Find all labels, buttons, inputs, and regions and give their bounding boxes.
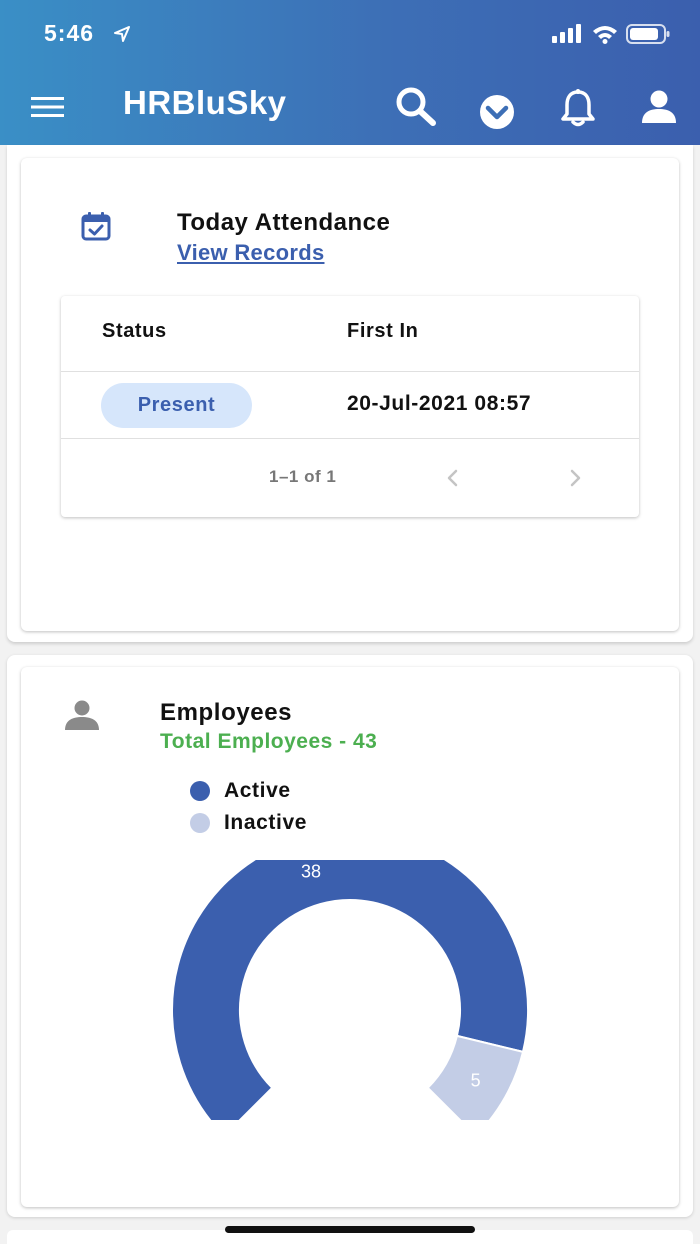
app-title: HRBluSky bbox=[123, 84, 287, 121]
wifi-icon bbox=[593, 26, 617, 44]
legend-dot-active bbox=[190, 781, 210, 801]
app-header: 5:46 HRBluSky bbox=[0, 0, 700, 145]
legend-item-inactive[interactable]: Inactive bbox=[190, 810, 307, 836]
total-employees: Total Employees - 43 bbox=[160, 730, 378, 753]
column-header-first-in[interactable]: First In bbox=[347, 320, 418, 343]
pagination-label: 1–1 of 1 bbox=[269, 467, 337, 486]
employees-title: Employees bbox=[160, 699, 293, 726]
legend-item-active[interactable]: Active bbox=[190, 778, 291, 804]
status-badge: Present bbox=[101, 383, 252, 428]
table-divider bbox=[61, 438, 639, 439]
person-icon bbox=[65, 700, 99, 730]
home-indicator bbox=[225, 1226, 475, 1233]
battery-icon bbox=[626, 24, 670, 44]
app-bar: HRBluSky bbox=[0, 70, 700, 145]
legend-label-inactive: Inactive bbox=[224, 811, 308, 834]
donut-label-inactive: 5 bbox=[471, 1070, 481, 1090]
cellular-signal-icon bbox=[552, 24, 581, 43]
user-profile-icon[interactable] bbox=[640, 90, 678, 124]
attendance-title: Today Attendance bbox=[177, 209, 391, 236]
status-bar: 5:46 bbox=[0, 0, 700, 70]
legend-label-active: Active bbox=[224, 779, 291, 802]
legend-dot-inactive bbox=[190, 813, 210, 833]
attendance-table: Status First In Present 20-Jul-2021 08:5… bbox=[61, 296, 639, 517]
search-icon[interactable] bbox=[394, 86, 438, 126]
chevron-left-icon[interactable] bbox=[445, 468, 461, 488]
employees-donut-chart: 38 5 bbox=[171, 860, 529, 1120]
table-divider bbox=[61, 371, 639, 372]
notification-bell-icon[interactable] bbox=[558, 88, 598, 128]
first-in-value: 20-Jul-2021 08:57 bbox=[347, 392, 532, 415]
calendar-check-icon bbox=[81, 212, 111, 241]
column-header-status[interactable]: Status bbox=[102, 320, 188, 343]
hamburger-menu-icon[interactable] bbox=[31, 96, 64, 118]
chevron-down-circle-icon[interactable] bbox=[475, 92, 519, 130]
view-records-link[interactable]: View Records bbox=[177, 240, 324, 266]
location-arrow-icon bbox=[114, 26, 130, 42]
chevron-right-icon[interactable] bbox=[567, 468, 583, 488]
status-time: 5:46 bbox=[44, 20, 95, 46]
donut-label-active: 38 bbox=[301, 861, 321, 881]
